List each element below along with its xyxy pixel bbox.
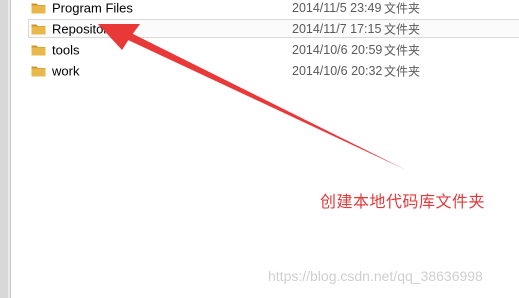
folder-icon [31, 45, 46, 56]
file-date: 2014/10/6 20:32 [292, 63, 383, 78]
folder-icon [31, 66, 46, 77]
file-list: Program Files 2014/11/5 23:49 文件夹 Reposi… [16, 0, 519, 84]
left-pane-edge [0, 0, 11, 298]
annotation-label: 创建本地代码库文件夹 [320, 192, 486, 211]
list-item[interactable]: Program Files 2014/11/5 23:49 文件夹 [16, 0, 519, 18]
file-name: Repositories [52, 21, 125, 36]
file-type: 文件夹 [384, 22, 421, 36]
file-type: 文件夹 [384, 43, 421, 57]
list-item[interactable]: work 2014/10/6 20:32 文件夹 [16, 60, 519, 81]
file-name: work [52, 63, 80, 78]
file-name: Program Files [52, 0, 133, 15]
list-item[interactable]: tools 2014/10/6 20:59 文件夹 [16, 39, 519, 60]
file-date: 2014/11/5 23:49 [292, 0, 382, 15]
watermark: https://blog.csdn.net/qq_38636998 [268, 268, 483, 284]
file-type: 文件夹 [384, 1, 421, 15]
file-name: tools [52, 42, 80, 57]
file-date: 2014/10/6 20:59 [292, 42, 383, 57]
file-type: 文件夹 [384, 64, 421, 78]
folder-icon [31, 3, 46, 14]
list-item[interactable]: Repositories 2014/11/7 17:15 文件夹 [16, 18, 519, 39]
file-date: 2014/11/7 17:15 [292, 21, 382, 36]
folder-icon [31, 24, 46, 35]
